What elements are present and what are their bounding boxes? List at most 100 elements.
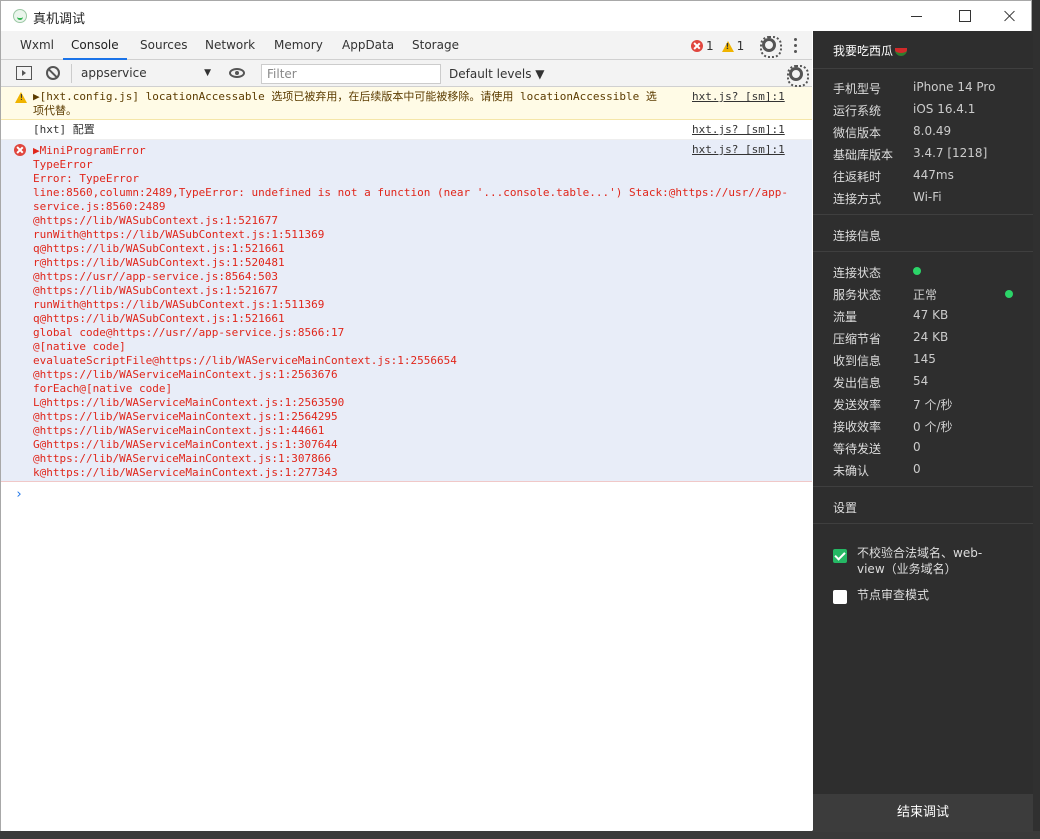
stack-line: G@https://lib/WAServiceMainContext.js:1:… [33, 438, 338, 451]
device-info-row: 连接方式 Wi-Fi [833, 190, 1023, 206]
filter-input[interactable] [261, 64, 441, 84]
stack-line: q@https://lib/WASubContext.js:1:521661 [33, 242, 285, 255]
console-warning-message: ▶[hxt.config.js] locationAccessable 选项已被… [1, 87, 812, 120]
node-inspect-label[interactable]: 节点审查模式 [857, 587, 1007, 603]
device-info-row: 手机型号 iPhone 14 Pro [833, 80, 1023, 96]
title-bar: 真机调试 [1, 1, 1031, 31]
connection-info-key: 发出信息 [833, 376, 882, 390]
window-title: 真机调试 [33, 12, 86, 27]
stack-line: @https://lib/WAServiceMainContext.js:1:4… [33, 424, 325, 437]
connected-status-dot-icon [913, 267, 921, 275]
tab-wxml[interactable]: Wxml [16, 31, 58, 60]
device-info-key: 往返耗时 [833, 170, 882, 184]
console-error-message: ▶MiniProgramError TypeError Error: TypeErr… [1, 140, 812, 482]
clear-console-icon[interactable] [46, 66, 60, 80]
connection-info-value: 47 KB [913, 308, 949, 322]
tab-sources[interactable]: Sources [136, 31, 191, 60]
warning-source-link[interactable]: hxt.js? [sm]:1 [692, 90, 785, 104]
error-source-link[interactable]: hxt.js? [sm]:1 [692, 143, 785, 157]
warning-text[interactable]: ▶[hxt.config.js] locationAccessable 选项已被… [33, 90, 683, 118]
stack-line: k@https://lib/WAServiceMainContext.js:1:… [33, 466, 338, 479]
connection-info-key: 未确认 [833, 464, 870, 478]
stack-line: evaluateScriptFile@https://lib/WAService… [33, 354, 457, 367]
log-levels-dropdown[interactable]: Default levels ▼ [449, 64, 545, 84]
stack-line: @https://usr//app-service.js:8564:503 [33, 270, 279, 283]
device-info-value: Wi-Fi [913, 190, 942, 204]
console-log-message: [hxt] 配置 hxt.js? [sm]:1 [1, 120, 812, 140]
watermelon-icon [895, 47, 908, 56]
tab-console[interactable]: Console [63, 31, 127, 60]
console-settings-gear-icon[interactable] [787, 65, 809, 87]
warning-icon [15, 92, 27, 103]
connection-info-value: 正常 [913, 288, 938, 302]
connection-info-row: 等待发送 0 [833, 440, 1023, 456]
remote-debug-window: 真机调试 Wxml Console Sources Network Memory… [0, 0, 1033, 832]
connection-info-value: 0 [913, 462, 921, 476]
device-info-value: 8.0.49 [913, 124, 952, 138]
connection-info-key: 流量 [833, 310, 858, 324]
connection-info-value: 0 [913, 440, 921, 454]
context-select[interactable]: appservice ▼ [71, 64, 217, 83]
devtools-area: Wxml Console Sources Network Memory AppD… [1, 31, 812, 831]
skip-domain-check-label[interactable]: 不校验合法域名、web-view（业务域名） [857, 545, 1007, 577]
maximize-button[interactable] [941, 1, 987, 31]
settings-gear-icon[interactable] [760, 36, 782, 58]
device-info-value: 3.4.7 [1218] [913, 146, 988, 160]
device-info-key: 手机型号 [833, 82, 882, 96]
device-info-value: 447ms [913, 168, 954, 182]
device-info-key: 基础库版本 [833, 148, 894, 162]
connection-info-value: 145 [913, 352, 936, 366]
connection-info-value: 0 个/秒 [913, 420, 953, 434]
minimize-button[interactable] [893, 1, 939, 31]
stack-line: runWith@https://lib/WASubContext.js:1:51… [33, 298, 325, 311]
end-debug-button[interactable]: 结束调试 [813, 794, 1033, 832]
connection-info-row: 流量 47 KB [833, 308, 1023, 324]
device-info-row: 基础库版本 3.4.7 [1218] [833, 146, 1023, 162]
context-select-value: appservice [81, 66, 147, 80]
stack-line: @https://lib/WASubContext.js:1:521677 [33, 214, 279, 227]
connection-info-key: 服务状态 [833, 288, 882, 302]
connection-info-row: 连接状态 [833, 264, 1023, 280]
stack-line: @https://lib/WAServiceMainContext.js:1:3… [33, 452, 332, 465]
device-info-panel: 我要吃西瓜 手机型号 iPhone 14 Pro 运行系统 iOS 16.4.1 微信版… [813, 31, 1033, 832]
devtools-tab-bar: Wxml Console Sources Network Memory AppD… [1, 31, 812, 60]
service-status-dot-icon [1005, 290, 1013, 298]
console-toolbar: appservice ▼ Default levels ▼ [1, 60, 812, 87]
error-icon [14, 144, 26, 156]
close-window-button[interactable] [987, 1, 1033, 31]
stack-line: L@https://lib/WAServiceMainContext.js:1:… [33, 396, 345, 409]
tab-storage[interactable]: Storage [408, 31, 463, 60]
tab-memory[interactable]: Memory [270, 31, 327, 60]
log-text: [hxt] 配置 [33, 123, 95, 136]
more-menu-icon[interactable] [794, 38, 798, 54]
connection-info-key: 发送效率 [833, 398, 882, 412]
device-info-value: iPhone 14 Pro [913, 80, 996, 94]
console-prompt[interactable]: › [15, 487, 23, 502]
stack-line: @https://lib/WAServiceMainContext.js:1:2… [33, 410, 338, 423]
stack-line: @[native code] [33, 340, 126, 353]
connection-info-value: 7 个/秒 [913, 398, 953, 412]
live-expression-eye-icon[interactable] [229, 68, 245, 78]
device-info-row: 往返耗时 447ms [833, 168, 1023, 184]
connection-info-row: 接收效率 0 个/秒 [833, 418, 1023, 434]
stack-line: Error: TypeError [33, 172, 139, 185]
device-info-row: 微信版本 8.0.49 [833, 124, 1023, 140]
device-info-key: 运行系统 [833, 104, 882, 118]
node-inspect-checkbox[interactable] [833, 590, 847, 604]
stack-line: @https://lib/WAServiceMainContext.js:1:2… [33, 368, 338, 381]
error-count: 1 [706, 39, 714, 53]
stack-line: global code@https://usr//app-service.js:… [33, 326, 345, 339]
connection-info-row: 未确认 0 [833, 462, 1023, 478]
stack-line: forEach@[native code] [33, 382, 173, 395]
issue-counts[interactable]: 1 1 [691, 39, 744, 53]
connection-info-value: 24 KB [913, 330, 949, 344]
connection-info-row: 服务状态 正常 [833, 286, 1023, 302]
stack-line: q@https://lib/WASubContext.js:1:521661 [33, 312, 285, 325]
log-source-link[interactable]: hxt.js? [sm]:1 [692, 123, 785, 137]
show-sidebar-icon[interactable] [16, 66, 32, 80]
device-info-row: 运行系统 iOS 16.4.1 [833, 102, 1023, 118]
tab-appdata[interactable]: AppData [338, 31, 398, 60]
connection-info-key: 压缩节省 [833, 332, 882, 346]
tab-network[interactable]: Network [201, 31, 259, 60]
skip-domain-check-checkbox[interactable] [833, 549, 847, 563]
